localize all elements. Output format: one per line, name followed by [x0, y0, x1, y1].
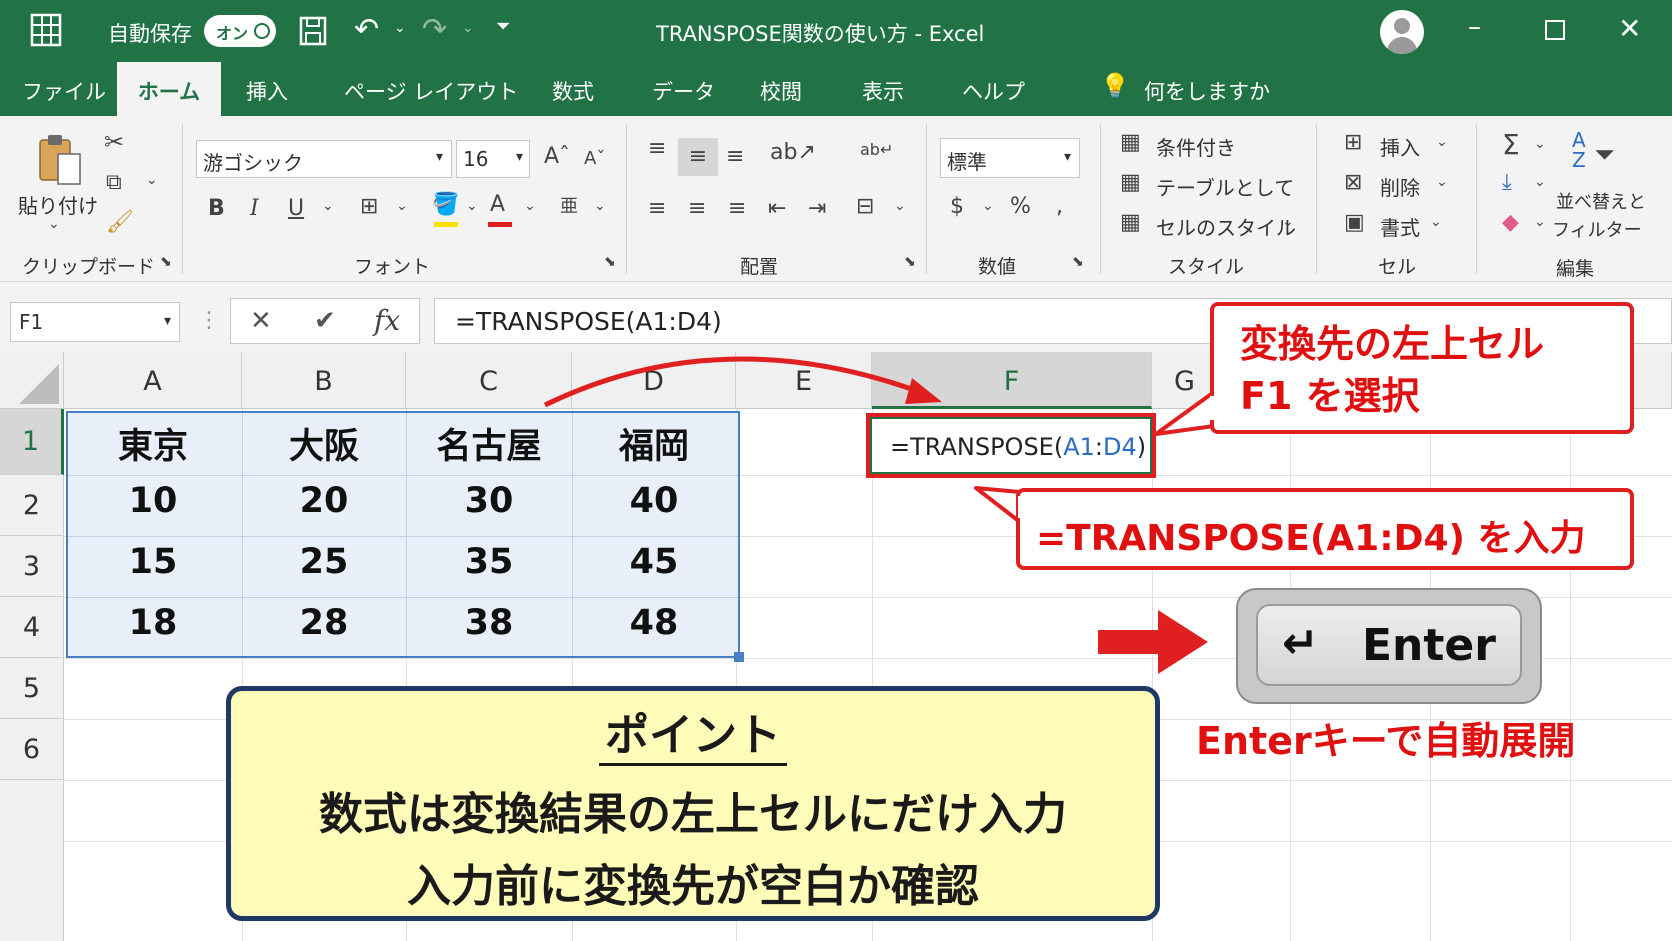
point-title: ポイント: [599, 699, 787, 766]
callout-select-line2: F1 を選択: [1240, 374, 1420, 418]
callout-input-formula: =TRANSPOSE(A1:D4) を入力: [1016, 488, 1634, 570]
callout-pointer-2: [974, 486, 1022, 524]
callout-select-f1: 変換先の左上セル F1 を選択: [1210, 302, 1634, 434]
enter-arrow-icon: ↵: [1282, 618, 1319, 669]
point-line-1: 数式は変換結果の左上セルにだけ入力: [319, 789, 1067, 840]
callout-pointer-1: [1154, 390, 1216, 436]
callout-pointer-cover: [1210, 396, 1218, 420]
arrowhead-icon: [905, 378, 942, 404]
red-arrow-icon: [1098, 630, 1160, 654]
point-box: ポイント 数式は変換結果の左上セルにだけ入力 入力前に変換先が空白か確認: [226, 686, 1160, 921]
point-line-2: 入力前に変換先が空白か確認: [407, 861, 979, 912]
callout-select-line1: 変換先の左上セル: [1240, 322, 1545, 366]
enter-key-icon: ↵ Enter: [1236, 588, 1542, 704]
callout-pointer-cover: [1018, 496, 1026, 518]
enter-key-label: Enter: [1362, 620, 1496, 671]
red-arrowhead-icon: [1158, 610, 1208, 674]
transpose-arrow-icon: [543, 356, 921, 408]
enter-caption: Enterキーで自動展開: [1196, 719, 1576, 763]
